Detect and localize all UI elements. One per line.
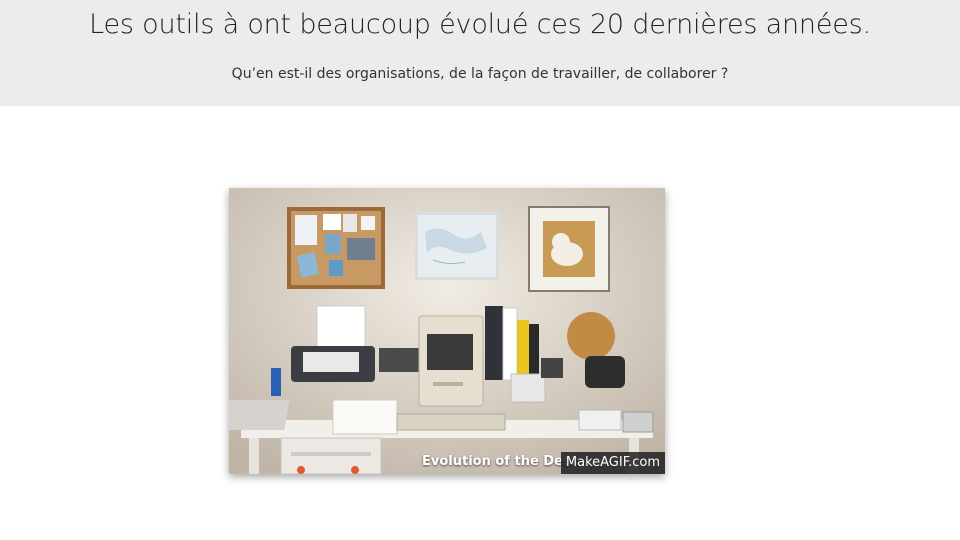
cork-board [287,207,385,289]
wall-map [415,212,499,280]
header-banner: Les outils à ont beaucoup évolué ces 20 … [0,0,960,106]
slide-title: Les outils à ont beaucoup évolué ces 20 … [89,9,871,40]
makeagif-watermark: MakeAGIF.com [560,452,665,474]
macintosh-computer [418,315,484,407]
desk-evolution-gif: Evolution of the Desk MakeAGIF.com [229,188,665,474]
desk-illustration [229,188,665,474]
answering-machine [379,348,419,372]
framed-dog-photo [528,206,610,292]
slide-subtitle: Qu’en est-il des organisations, de la fa… [231,66,729,82]
gif-caption: Evolution of the Desk [422,454,580,469]
rolodex [585,356,625,388]
